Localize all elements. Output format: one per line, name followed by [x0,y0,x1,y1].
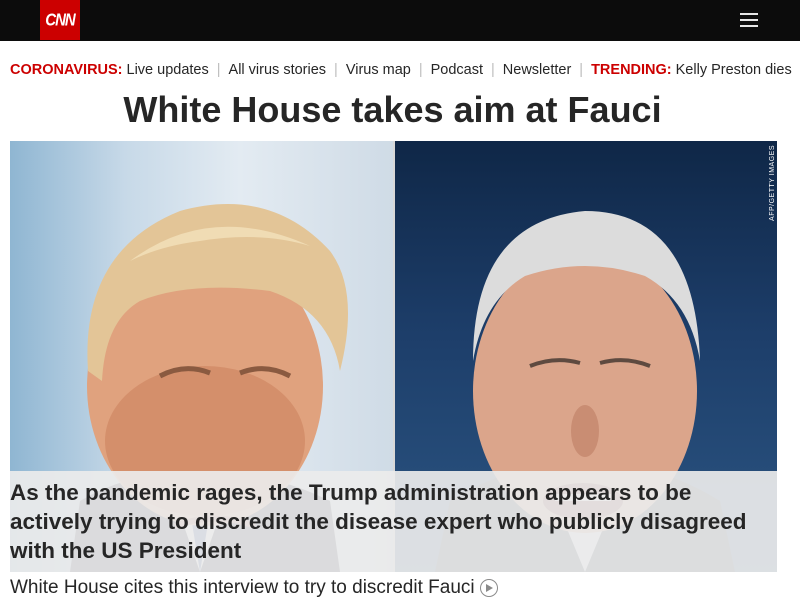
hero-caption[interactable]: As the pandemic rages, the Trump adminis… [10,478,750,565]
coronavirus-label: CORONAVIRUS: [10,62,123,78]
video-story-link[interactable]: White House cites this interview to try … [10,577,790,599]
nav-separator: | [418,62,423,78]
nav-link-newsletter[interactable]: Newsletter [503,62,572,78]
image-credit: AFP/GETTY IMAGES [769,145,776,221]
trending-bar: CORONAVIRUS: Live updates | All virus st… [0,52,800,88]
nav-link-all-virus-stories[interactable]: All virus stories [229,62,327,78]
hamburger-menu-icon[interactable] [740,11,758,29]
trending-label: TRENDING: [591,62,672,78]
nav-link-live-updates[interactable]: Live updates [127,62,209,78]
nav-link-podcast[interactable]: Podcast [431,62,483,78]
video-story-label: White House cites this interview to try … [10,577,475,598]
nav-link-virus-map[interactable]: Virus map [346,62,411,78]
nav-separator: | [579,62,584,78]
nav-separator: | [491,62,495,78]
page-headline[interactable]: White House takes aim at Fauci [0,87,785,133]
top-navigation-bar: CNN [0,0,800,41]
trending-link[interactable]: Kelly Preston dies [676,62,792,78]
cnn-logo-text: CNN [45,10,75,30]
play-circle-icon [479,579,498,597]
nav-separator: | [334,62,338,78]
cnn-logo[interactable]: CNN [40,0,80,40]
nav-separator: | [216,62,221,78]
